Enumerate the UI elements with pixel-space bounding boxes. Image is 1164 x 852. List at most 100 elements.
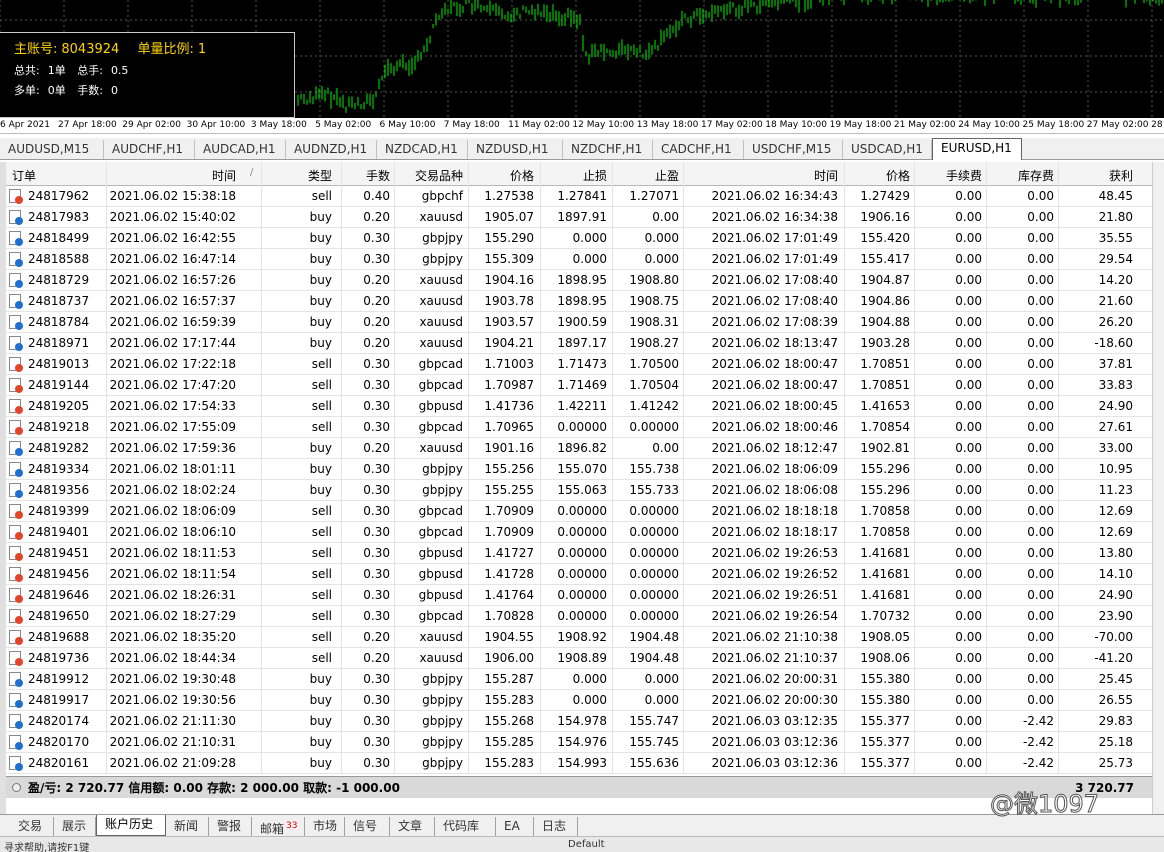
table-cell: 1908.05: [860, 630, 910, 644]
column-separator: [914, 162, 915, 774]
table-cell: 1.70909: [484, 504, 534, 518]
table-cell: 0.30: [363, 693, 390, 707]
table-cell: -70.00: [1094, 630, 1133, 644]
time-axis-label: 21 May 02:00: [893, 120, 956, 130]
table-cell: 0.00: [1027, 378, 1054, 392]
price-chart[interactable]: 主账号: 8043924 单量比例: 1 总共: 1单 总手: 0.5 多单: 0单 手数…: [0, 0, 1164, 118]
symbol-tab-cadchf-h1[interactable]: CADCHF,H1: [653, 140, 744, 159]
terminal-tab[interactable]: EA: [496, 817, 534, 836]
status-help: 寻求帮助,请按F1键: [4, 843, 90, 852]
symbol-tab-nzdcad-h1[interactable]: NZDCAD,H1: [377, 140, 468, 159]
terminal-tab[interactable]: 信号: [345, 817, 390, 836]
table-cell: 24819205: [28, 399, 90, 413]
table-cell: 0.00: [955, 630, 982, 644]
table-cell: 2021.06.02 18:44:34: [109, 651, 236, 665]
table-cell: 2021.06.02 18:11:54: [109, 567, 236, 581]
table-cell: 0.30: [363, 378, 390, 392]
table-cell: 21.80: [1098, 210, 1133, 224]
symbol-tab-audnzd-h1[interactable]: AUDNZD,H1: [286, 140, 377, 159]
terminal-tab[interactable]: 市场: [305, 817, 345, 836]
table-cell: 33.00: [1098, 441, 1133, 455]
terminal-tab[interactable]: 代码库: [435, 817, 496, 836]
table-cell: 27.61: [1098, 420, 1133, 434]
column-header[interactable]: 手续费: [946, 167, 982, 184]
table-cell: gbpjpy: [422, 483, 463, 497]
table-cell: 0.20: [363, 441, 390, 455]
terminal-tab[interactable]: 邮箱 33: [252, 817, 305, 836]
column-header[interactable]: 库存费: [1018, 167, 1054, 184]
table-cell: xauusd: [419, 210, 463, 224]
order-icon: [9, 315, 23, 330]
table-cell: 2021.06.02 18:06:10: [109, 525, 236, 539]
tab-label: 信号: [353, 819, 378, 833]
table-cell: 24818729: [28, 273, 90, 287]
symbol-tab-nzdusd-h1[interactable]: NZDUSD,H1: [468, 140, 563, 159]
table-cell: 0.00: [955, 504, 982, 518]
terminal-tab[interactable]: 文章: [390, 817, 435, 836]
terminal-tab[interactable]: 日志: [534, 817, 578, 836]
column-header[interactable]: 获利: [1109, 167, 1133, 184]
table-cell: sell: [311, 546, 332, 560]
terminal-tab[interactable]: 警报: [209, 817, 252, 836]
table-cell: xauusd: [419, 630, 463, 644]
table-cell: 0.30: [363, 525, 390, 539]
table-cell: 33.83: [1098, 378, 1133, 392]
table-cell: 2021.06.02 18:18:17: [711, 525, 838, 539]
column-header[interactable]: 止损: [583, 167, 607, 184]
column-header[interactable]: 交易品种: [415, 167, 463, 184]
tab-label: 代码库: [443, 819, 480, 833]
table-cell: 0.00: [1027, 651, 1054, 665]
column-header[interactable]: 时间: [814, 167, 838, 184]
table-cell: 0.00: [955, 420, 982, 434]
table-cell: 0.000: [644, 231, 679, 245]
column-header[interactable]: 订单: [12, 167, 36, 184]
symbol-tab-eurusd-h1[interactable]: EURUSD,H1: [932, 138, 1022, 160]
time-axis-label: 12 May 10:00: [572, 120, 635, 130]
column-header[interactable]: 时间: [212, 167, 236, 184]
table-cell: buy: [309, 735, 332, 749]
table-cell: gbpjpy: [422, 252, 463, 266]
symbol-tab-audcad-h1[interactable]: AUDCAD,H1: [195, 140, 286, 159]
table-cell: 1.70987: [484, 378, 534, 392]
order-icon: [9, 231, 23, 246]
table-cell: 1904.88: [860, 315, 910, 329]
symbol-tab-nzdchf-h1[interactable]: NZDCHF,H1: [563, 140, 653, 159]
table-cell: 0.00: [1027, 567, 1054, 581]
table-cell: 2021.06.02 20:00:30: [711, 693, 838, 707]
column-header[interactable]: 止盈: [655, 167, 679, 184]
table-cell: 1904.48: [629, 630, 679, 644]
order-icon: [9, 483, 23, 498]
vertical-scrollbar[interactable]: [1152, 162, 1164, 814]
table-cell: 2021.06.02 18:06:09: [711, 462, 838, 476]
table-cell: 0.00: [1027, 462, 1054, 476]
long-value: 0单: [47, 84, 66, 97]
terminal-tab[interactable]: 交易: [10, 817, 54, 836]
terminal-tab[interactable]: 账户历史: [96, 815, 166, 836]
table-cell: 0.30: [363, 546, 390, 560]
table-cell: 12.69: [1098, 504, 1133, 518]
table-cell: 48.45: [1098, 189, 1133, 203]
table-cell: 0.00: [955, 525, 982, 539]
column-header[interactable]: 类型: [308, 167, 332, 184]
table-cell: 0.20: [363, 315, 390, 329]
column-separator: [683, 162, 684, 774]
table-cell: 24819646: [28, 588, 90, 602]
symbol-tab-audusd-m15[interactable]: AUDUSD,M15: [0, 140, 104, 159]
order-icon: [9, 210, 23, 225]
column-header[interactable]: 价格: [510, 167, 534, 184]
table-cell: buy: [309, 273, 332, 287]
terminal-tab[interactable]: 新闻: [166, 817, 209, 836]
terminal-tab[interactable]: 展示: [54, 817, 96, 836]
table-cell: gbpcad: [418, 525, 463, 539]
table-cell: 0.00: [955, 357, 982, 371]
column-header[interactable]: 手数: [366, 167, 390, 184]
table-cell: 24818784: [28, 315, 90, 329]
symbol-tab-audchf-h1[interactable]: AUDCHF,H1: [104, 140, 195, 159]
symbol-tab-usdcad-h1[interactable]: USDCAD,H1: [843, 140, 932, 159]
column-header[interactable]: 价格: [886, 167, 910, 184]
table-cell: gbpusd: [418, 546, 463, 560]
table-cell: 1.70965: [484, 420, 534, 434]
table-cell: 1.41681: [860, 546, 910, 560]
symbol-tab-usdchf-m15[interactable]: USDCHF,M15: [744, 140, 843, 159]
table-cell: 24819456: [28, 567, 90, 581]
